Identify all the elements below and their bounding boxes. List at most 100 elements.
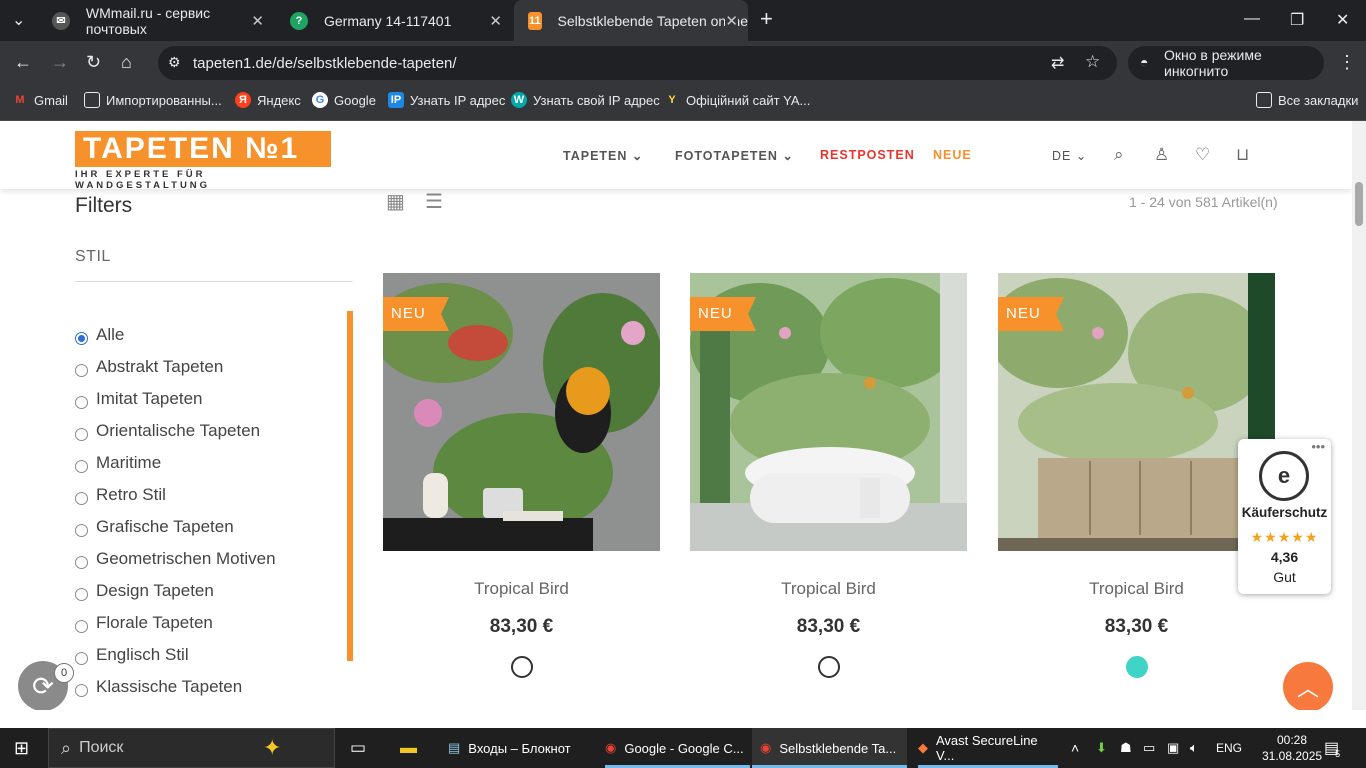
nav-fototapeten[interactable]: FOTOTAPETEN ⌄ — [675, 148, 794, 163]
task-view-icon[interactable]: ▭ — [350, 728, 366, 768]
taskbar-app-chrome-google[interactable]: ◉ Google - Google C... — [605, 728, 750, 768]
close-icon[interactable]: ✕ — [251, 12, 264, 30]
filter-section-stil[interactable]: STIL — [75, 248, 111, 266]
tab-wmmail[interactable]: ✉ WMmail.ru - сервис почтовых ✕ — [38, 0, 274, 41]
radio-button[interactable] — [75, 363, 88, 377]
trusted-shops-badge[interactable]: ••• e Käuferschutz ★★★★★ 4,36 Gut — [1238, 439, 1331, 594]
filter-item-alle[interactable]: Alle — [75, 319, 124, 351]
radio-button[interactable] — [75, 683, 88, 697]
color-swatch[interactable] — [511, 656, 533, 678]
cart-bag-icon[interactable]: ⊔ — [1236, 145, 1249, 165]
app-label: Selbstklebende Ta... — [779, 740, 897, 756]
taskbar-clock[interactable]: 00:28 31.08.2025 — [1262, 732, 1322, 764]
nav-neue[interactable]: NEUE — [933, 148, 972, 162]
notifications-icon[interactable]: ▤ 5 — [1324, 728, 1340, 768]
radio-button[interactable] — [75, 427, 88, 441]
tab-tapeten[interactable]: 11 Selbstklebende Tapeten online ✕ — [514, 0, 748, 41]
more-dots-icon[interactable]: ••• — [1311, 439, 1325, 454]
home-icon[interactable]: ⌂ — [121, 52, 132, 73]
color-swatch[interactable] — [1126, 656, 1148, 678]
filter-item[interactable]: Klassische Tapeten — [75, 671, 242, 703]
menu-dots-icon[interactable]: ⋮ — [1338, 52, 1356, 73]
color-swatch[interactable] — [818, 656, 840, 678]
product-name[interactable]: Tropical Bird — [690, 579, 967, 599]
window-close-icon[interactable]: ✕ — [1336, 10, 1349, 30]
radio-button[interactable] — [75, 331, 88, 345]
address-bar[interactable]: ⚙ tapeten1.de/de/selbstklebende-tapeten/… — [158, 46, 1117, 80]
close-icon[interactable]: ✕ — [725, 12, 738, 30]
radio-button[interactable] — [75, 395, 88, 409]
tray-chevron-up-icon[interactable]: ˄ — [1071, 728, 1079, 768]
minimize-icon[interactable]: — — [1244, 10, 1260, 28]
sync-widget-button[interactable]: ⟳ 0 — [18, 661, 74, 710]
volume-icon[interactable]: 🔈︎ — [1190, 728, 1198, 768]
site-logo[interactable]: TAPETEN №1 IHR EXPERTE FÜR WANDGESTALTUN… — [75, 131, 331, 191]
reload-icon[interactable]: ↻ — [86, 52, 101, 73]
page-scrollbar-thumb[interactable] — [1355, 182, 1363, 226]
download-tray-icon[interactable]: ⬇ — [1096, 728, 1107, 768]
taskbar-app-avast[interactable]: ◆ Avast SecureLine V... — [918, 728, 1058, 768]
translate-icon[interactable]: ⇄ — [1051, 53, 1064, 73]
tab-germany[interactable]: ? Germany 14-117401 ✕ — [276, 0, 512, 41]
close-icon[interactable]: ✕ — [489, 12, 502, 30]
filter-scrollbar[interactable] — [347, 311, 353, 661]
tab-search-chevron-icon[interactable]: ⌄ — [12, 10, 25, 30]
bookmark-yandex[interactable]: Я Яндекс — [235, 92, 301, 108]
bookmark-ya[interactable]: Y Офіційний сайт YA... — [664, 92, 810, 108]
filter-item[interactable]: Maritime — [75, 447, 161, 479]
taskbar-search[interactable]: ⌕ Поиск ✦ — [48, 728, 335, 768]
product-name[interactable]: Tropical Bird — [383, 579, 660, 599]
bookmark-imported[interactable]: Импортированны... — [84, 92, 222, 108]
taskbar-app-notepad[interactable]: ▤ Входы – Блокнот — [448, 728, 593, 768]
language-indicator[interactable]: ENG — [1216, 728, 1242, 768]
list-view-icon[interactable]: ☰ — [425, 189, 443, 214]
filter-item[interactable]: Grafische Tapeten — [75, 511, 234, 543]
chevron-up-icon: ︿ — [1296, 676, 1319, 701]
grid-view-icon[interactable]: ▦ — [386, 189, 405, 214]
radio-button[interactable] — [75, 523, 88, 537]
windows-start-icon[interactable]: ⊞ — [14, 728, 29, 768]
radio-button[interactable] — [75, 459, 88, 473]
bookmark-my-ip[interactable]: W Узнать свой IP адрес — [511, 92, 660, 108]
buyer-protection-label: Käuferschutz — [1241, 505, 1328, 520]
radio-button[interactable] — [75, 491, 88, 505]
scroll-to-top-button[interactable]: ︿ — [1283, 662, 1333, 710]
radio-button[interactable] — [75, 587, 88, 601]
bookmark-star-icon[interactable]: ☆ — [1085, 52, 1100, 72]
filter-item[interactable]: Abstrakt Tapeten — [75, 351, 223, 383]
url-text[interactable]: tapeten1.de/de/selbstklebende-tapeten/ — [193, 55, 457, 72]
filter-item[interactable]: Design Tapeten — [75, 575, 214, 607]
file-explorer-icon[interactable]: ▬ — [400, 728, 417, 768]
bookmark-google[interactable]: G Google — [312, 92, 376, 108]
wishlist-heart-icon[interactable]: ♡ — [1195, 145, 1210, 165]
nav-tapeten[interactable]: TAPETEN ⌄ — [563, 148, 643, 163]
radio-button[interactable] — [75, 555, 88, 569]
language-select[interactable]: DE ⌄ — [1052, 148, 1087, 163]
site-info-icon[interactable]: ⚙ — [168, 54, 181, 71]
radio-button[interactable] — [75, 619, 88, 633]
filter-item[interactable]: Orientalische Tapeten — [75, 415, 260, 447]
bookmark-gmail[interactable]: M Gmail — [12, 92, 68, 108]
network-icon[interactable]: ▣ — [1167, 728, 1179, 768]
radio-button[interactable] — [75, 651, 88, 665]
search-icon[interactable]: ⌕ — [1114, 145, 1124, 165]
account-icon[interactable]: ♙ — [1154, 145, 1169, 165]
restore-icon[interactable]: ❐ — [1290, 10, 1304, 30]
back-arrow-icon[interactable]: ← — [14, 52, 32, 73]
product-name[interactable]: Tropical Bird — [998, 579, 1275, 599]
all-bookmarks[interactable]: Все закладки — [1256, 92, 1358, 108]
nav-restposten[interactable]: RESTPOSTEN — [820, 148, 915, 162]
filter-item[interactable]: Retro Stil — [75, 479, 166, 511]
forward-arrow-icon[interactable]: → — [51, 52, 69, 73]
new-tab-plus-icon[interactable]: + — [760, 6, 773, 32]
filter-item[interactable]: Englisch Stil — [75, 639, 189, 671]
battery-icon[interactable]: ▭ — [1143, 728, 1155, 768]
taskbar-app-chrome-tapeten[interactable]: ◉ Selbstklebende Ta... — [752, 728, 907, 768]
filter-item[interactable]: Florale Tapeten — [75, 607, 213, 639]
bookmark-ip[interactable]: IP Узнать IP адрес — [388, 92, 505, 108]
filter-item[interactable]: Geometrischen Motiven — [75, 543, 276, 575]
incognito-indicator[interactable]: ◓ Окно в режиме инкогнито — [1128, 46, 1324, 80]
vpn-tray-icon[interactable]: ☗ — [1120, 728, 1132, 768]
filter-item[interactable]: Imitat Tapeten — [75, 383, 202, 415]
filter-label: Maritime — [96, 453, 162, 472]
